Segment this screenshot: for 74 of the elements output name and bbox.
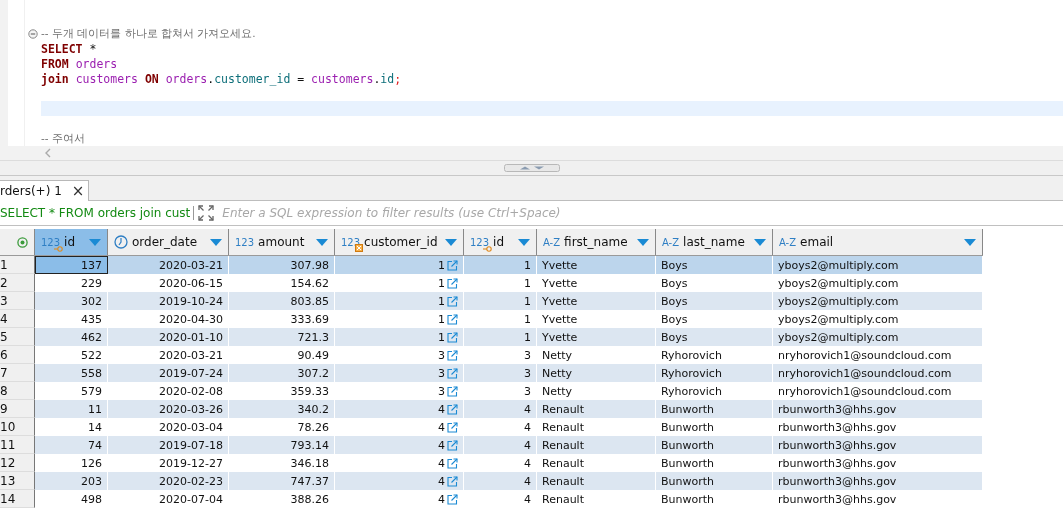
row-number[interactable]: 7: [0, 364, 35, 382]
type-label: A-Z: [543, 236, 561, 248]
code-line: -- 주여서: [41, 131, 86, 146]
row-number[interactable]: 5: [0, 328, 35, 346]
open-link-icon[interactable]: [447, 295, 458, 307]
dropdown-arrow-icon[interactable]: [754, 238, 766, 246]
open-link-icon[interactable]: [447, 493, 458, 505]
table-cell[interactable]: 4: [335, 490, 464, 508]
row-number[interactable]: 12: [0, 454, 35, 472]
type-label: A-Z: [779, 236, 797, 248]
code-line: -- 두개 데이터를 하나로 합쳐서 가져오세요.: [41, 26, 257, 41]
close-tab-button[interactable]: ×: [71, 183, 85, 199]
dropdown-arrow-icon[interactable]: [445, 238, 457, 246]
clock-icon: [114, 235, 128, 249]
row-number[interactable]: 8: [0, 382, 35, 400]
table-cell[interactable]: 137: [35, 256, 108, 274]
dropdown-arrow-icon[interactable]: [637, 238, 649, 246]
open-link-icon[interactable]: [447, 313, 458, 325]
row-number[interactable]: 6: [0, 346, 35, 364]
table-cell[interactable]: Renault: [537, 490, 656, 508]
table-cell[interactable]: 388.26: [229, 490, 335, 508]
expand-icon[interactable]: [198, 205, 215, 221]
column-header[interactable]: 123 id: [35, 229, 108, 255]
row-number[interactable]: 9: [0, 400, 35, 418]
column-header[interactable]: 123 amount: [229, 229, 335, 255]
splitter-handle-icon[interactable]: [503, 164, 560, 172]
column-header[interactable]: A-Z email: [773, 229, 983, 255]
row-number[interactable]: 11: [0, 436, 35, 454]
column-header[interactable]: A-Z last_name: [656, 229, 773, 255]
row-number[interactable]: 10: [0, 418, 35, 436]
type-label: A-Z: [662, 236, 680, 248]
dropdown-arrow-icon[interactable]: [518, 238, 530, 246]
sql-editor[interactable]: -- 두개 데이터를 하나로 합쳐서 가져오세요. SELECT * FROM orders join customers ON orders.customer_id = customers.id; -- 주여서: [0, 0, 1063, 160]
open-link-icon[interactable]: [447, 331, 458, 343]
code-line: FROM orders: [41, 56, 119, 71]
open-link-icon[interactable]: [447, 367, 458, 379]
type-label: 123: [470, 236, 490, 248]
type-label: 123: [41, 236, 61, 248]
type-label: 123: [235, 236, 255, 248]
scroll-left-icon[interactable]: [44, 148, 52, 158]
row-number[interactable]: 2: [0, 274, 35, 292]
column-header[interactable]: A-Z first_name: [537, 229, 656, 255]
result-tab[interactable]: rders(+) 1 ×: [0, 180, 90, 201]
code-line: SELECT *: [41, 41, 98, 56]
open-link-icon[interactable]: [447, 385, 458, 397]
dropdown-arrow-icon[interactable]: [210, 238, 222, 246]
row-number[interactable]: 4: [0, 310, 35, 328]
table-cell[interactable]: 498: [35, 490, 108, 508]
open-link-icon[interactable]: [447, 259, 458, 271]
table-cell[interactable]: 4: [464, 490, 537, 508]
code-line: join customers ON orders.customer_id = customers.id;: [41, 71, 403, 86]
table-cell[interactable]: rbunworth3@hhs.gov: [773, 490, 983, 508]
row-number[interactable]: 3: [0, 292, 35, 310]
open-link-icon[interactable]: [447, 439, 458, 451]
dropdown-arrow-icon[interactable]: [964, 238, 976, 246]
table-cell[interactable]: 2020-07-04: [108, 490, 229, 508]
open-link-icon[interactable]: [447, 349, 458, 361]
collapse-icon[interactable]: [28, 28, 38, 39]
open-link-icon[interactable]: [447, 277, 458, 289]
open-link-icon[interactable]: [447, 403, 458, 415]
column-header[interactable]: order_date: [108, 229, 229, 255]
open-link-icon[interactable]: [447, 457, 458, 469]
open-link-icon[interactable]: [447, 475, 458, 487]
dropdown-arrow-icon[interactable]: [316, 238, 328, 246]
query-text: SELECT * FROM orders join cust: [0, 206, 195, 220]
row-number[interactable]: 1: [0, 256, 35, 274]
row-status-icon: [17, 236, 28, 248]
table-cell[interactable]: Bunworth: [656, 490, 773, 508]
filter-input[interactable]: Enter a SQL expression to filter results (use Ctrl+Space): [220, 205, 1063, 221]
row-number[interactable]: 14: [0, 490, 35, 508]
open-link-icon[interactable]: [447, 421, 458, 433]
row-number[interactable]: 13: [0, 472, 35, 490]
column-header[interactable]: 123 id: [464, 229, 537, 255]
dropdown-arrow-icon[interactable]: [89, 238, 101, 246]
